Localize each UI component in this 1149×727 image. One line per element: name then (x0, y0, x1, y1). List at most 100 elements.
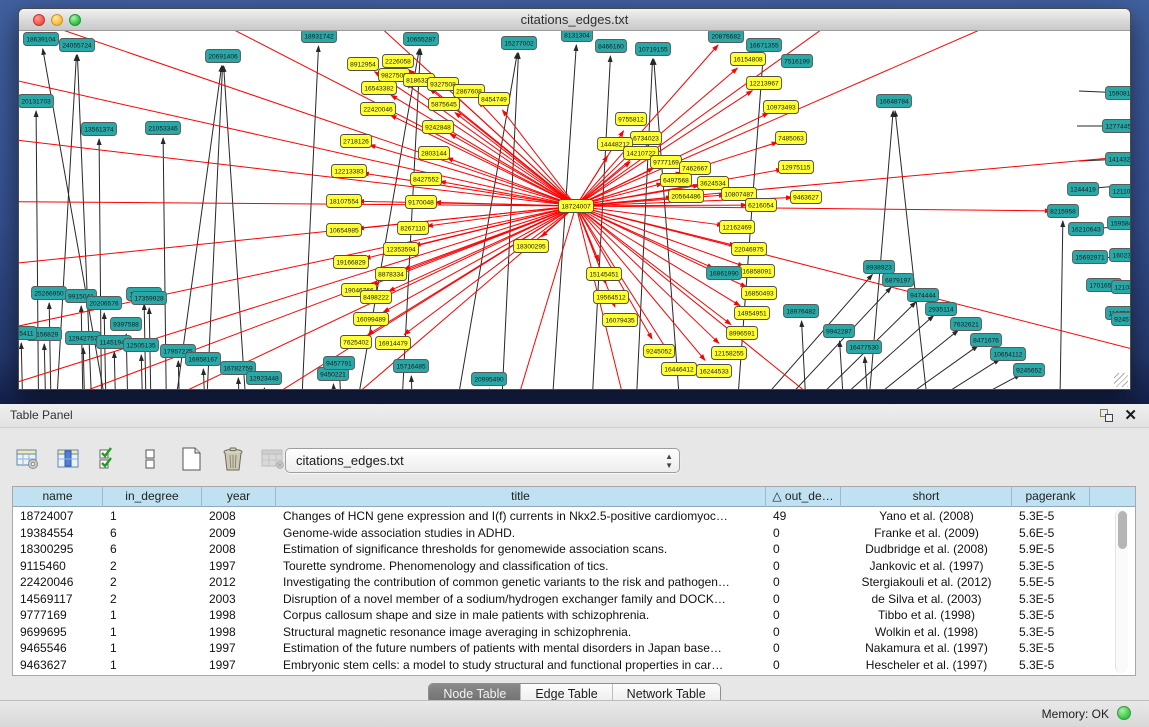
new-table-icon[interactable] (178, 444, 206, 474)
graph-edge[interactable] (754, 302, 916, 389)
table-cell[interactable]: Stergiakouli et al. (2012) (841, 574, 1012, 591)
table-cell[interactable]: 2008 (202, 541, 276, 558)
table-cell[interactable]: 9465546 (13, 640, 103, 657)
citation-network-graph[interactable]: 1872400718300295891295422260589827508818… (19, 31, 1130, 389)
table-cell[interactable]: Tibbo et al. (1998) (841, 607, 1012, 624)
table-cell[interactable]: Tourette syndrome. Phenomenology and cla… (276, 558, 766, 575)
table-cell[interactable]: 1997 (202, 657, 276, 674)
table-cell[interactable]: 1 (103, 657, 202, 674)
table-cell[interactable]: 5.3E-5 (1012, 508, 1090, 525)
graph-edge[interactable] (576, 206, 1051, 211)
table-cell[interactable]: 9463627 (13, 657, 103, 674)
table-source-dropdown[interactable]: citations_edges.txt ▲▼ (285, 448, 680, 473)
table-cell[interactable]: 9699695 (13, 624, 103, 641)
table-cell[interactable]: Yano et al. (2008) (841, 508, 1012, 525)
table-cell[interactable]: 19384554 (13, 525, 103, 542)
graph-edge[interactable] (499, 206, 576, 389)
table-cell[interactable]: Estimation of the future numbers of pati… (276, 640, 766, 657)
table-cell[interactable]: 5.3E-5 (1012, 558, 1090, 575)
graph-edge[interactable] (19, 31, 576, 206)
delete-attribute-icon[interactable] (219, 444, 247, 474)
graph-edge[interactable] (83, 348, 86, 389)
table-cell[interactable]: 2003 (202, 591, 276, 608)
window-titlebar[interactable]: citations_edges.txt (19, 9, 1130, 31)
table-row[interactable]: 911546021997Tourette syndrome. Phenomeno… (13, 558, 1135, 575)
table-cell[interactable]: 6 (103, 525, 202, 542)
column-header-1[interactable]: in_degree (103, 487, 202, 507)
window-resize-grip[interactable] (1114, 373, 1128, 387)
table-cell[interactable]: 0 (766, 640, 841, 657)
table-row[interactable]: 946554611997Estimation of the future num… (13, 640, 1135, 657)
table-row[interactable]: 969969511998Structural magnetic resonanc… (13, 624, 1135, 641)
table-cell[interactable]: 0 (766, 624, 841, 641)
graph-edge[interactable] (224, 66, 249, 389)
graph-edge[interactable] (796, 330, 958, 389)
graph-edge[interactable] (36, 111, 39, 389)
graph-edge[interactable] (411, 376, 414, 389)
table-cell[interactable]: Hescheler et al. (1997) (841, 657, 1012, 674)
table-cell[interactable]: 0 (766, 591, 841, 608)
table-cell[interactable]: Wolkin et al. (1998) (841, 624, 1012, 641)
table-cell[interactable]: Genome-wide association studies in ADHD. (276, 525, 766, 542)
clear-row-selection-icon[interactable] (137, 444, 165, 474)
table-settings-icon[interactable] (14, 444, 42, 474)
table-cell[interactable]: Corpus callosum shape and size in male p… (276, 607, 766, 624)
table-cell[interactable]: 2 (103, 591, 202, 608)
column-header-5[interactable]: short (841, 487, 1012, 507)
table-cell[interactable]: 18300295 (13, 541, 103, 558)
table-cell[interactable]: 1997 (202, 640, 276, 657)
graph-edge[interactable] (391, 115, 576, 206)
table-cell[interactable]: 1997 (202, 558, 276, 575)
graph-edge[interactable] (299, 46, 319, 389)
graph-edge[interactable] (358, 206, 576, 229)
table-cell[interactable]: 6 (103, 541, 202, 558)
graph-edge[interactable] (114, 352, 117, 389)
graph-edge[interactable] (169, 66, 222, 389)
table-cell[interactable]: 2008 (202, 508, 276, 525)
graph-edge[interactable] (479, 101, 576, 206)
graph-edge[interactable] (104, 313, 107, 389)
table-row[interactable]: 1456911722003Disruption of a novel membe… (13, 591, 1135, 608)
table-cell[interactable]: 0 (766, 525, 841, 542)
table-cell[interactable]: 2 (103, 574, 202, 591)
table-cell[interactable]: 5.3E-5 (1012, 640, 1090, 657)
graph-edge[interactable] (654, 59, 684, 389)
table-cell[interactable]: 49 (766, 508, 841, 525)
table-cell[interactable]: 1998 (202, 624, 276, 641)
column-header-6[interactable]: pagerank (1012, 487, 1090, 507)
graph-edge[interactable] (21, 343, 24, 389)
table-cell[interactable]: Disruption of a novel member of a sodium… (276, 591, 766, 608)
table-cell[interactable]: de Silva et al. (2003) (841, 591, 1012, 608)
table-cell[interactable]: 5.3E-5 (1012, 624, 1090, 641)
graph-edge[interactable] (19, 131, 576, 206)
select-all-rows-icon[interactable] (96, 444, 124, 474)
table-cell[interactable]: Embryonic stem cells: a model to study s… (276, 657, 766, 674)
table-cell[interactable]: Nakamura et al. (1997) (841, 640, 1012, 657)
table-cell[interactable]: 9115460 (13, 558, 103, 575)
table-row[interactable]: 1830029562008Estimation of significance … (13, 541, 1135, 558)
graph-edge[interactable] (141, 355, 144, 389)
table-cell[interactable]: 9777169 (13, 607, 103, 624)
table-cell[interactable]: 5.3E-5 (1012, 657, 1090, 674)
table-row[interactable]: 946362711997Embryonic stem cells: a mode… (13, 657, 1135, 674)
table-cell[interactable]: 1 (103, 508, 202, 525)
table-row[interactable]: 1938455462009Genome-wide association stu… (13, 525, 1135, 542)
table-cell[interactable]: 1 (103, 624, 202, 641)
table-cell[interactable]: 0 (766, 657, 841, 674)
float-panel-icon[interactable] (1100, 409, 1113, 422)
table-cell[interactable]: 5.6E-5 (1012, 525, 1090, 542)
column-header-3[interactable]: title (276, 487, 766, 507)
network-canvas[interactable]: 1872400718300295891295422260589827508818… (19, 31, 1130, 389)
show-column-icon[interactable] (55, 444, 83, 474)
graph-edge[interactable] (203, 369, 207, 389)
graph-edge[interactable] (99, 139, 102, 389)
table-cell[interactable]: 18724007 (13, 508, 103, 525)
table-cell[interactable]: 0 (766, 574, 841, 591)
graph-edge[interactable] (1059, 221, 1063, 389)
graph-edge[interactable] (49, 303, 52, 389)
graph-edge[interactable] (264, 388, 267, 389)
table-cell[interactable]: 14569117 (13, 591, 103, 608)
table-cell[interactable]: 5.5E-5 (1012, 574, 1090, 591)
graph-edge[interactable] (839, 359, 1000, 389)
table-cell[interactable]: 22420046 (13, 574, 103, 591)
